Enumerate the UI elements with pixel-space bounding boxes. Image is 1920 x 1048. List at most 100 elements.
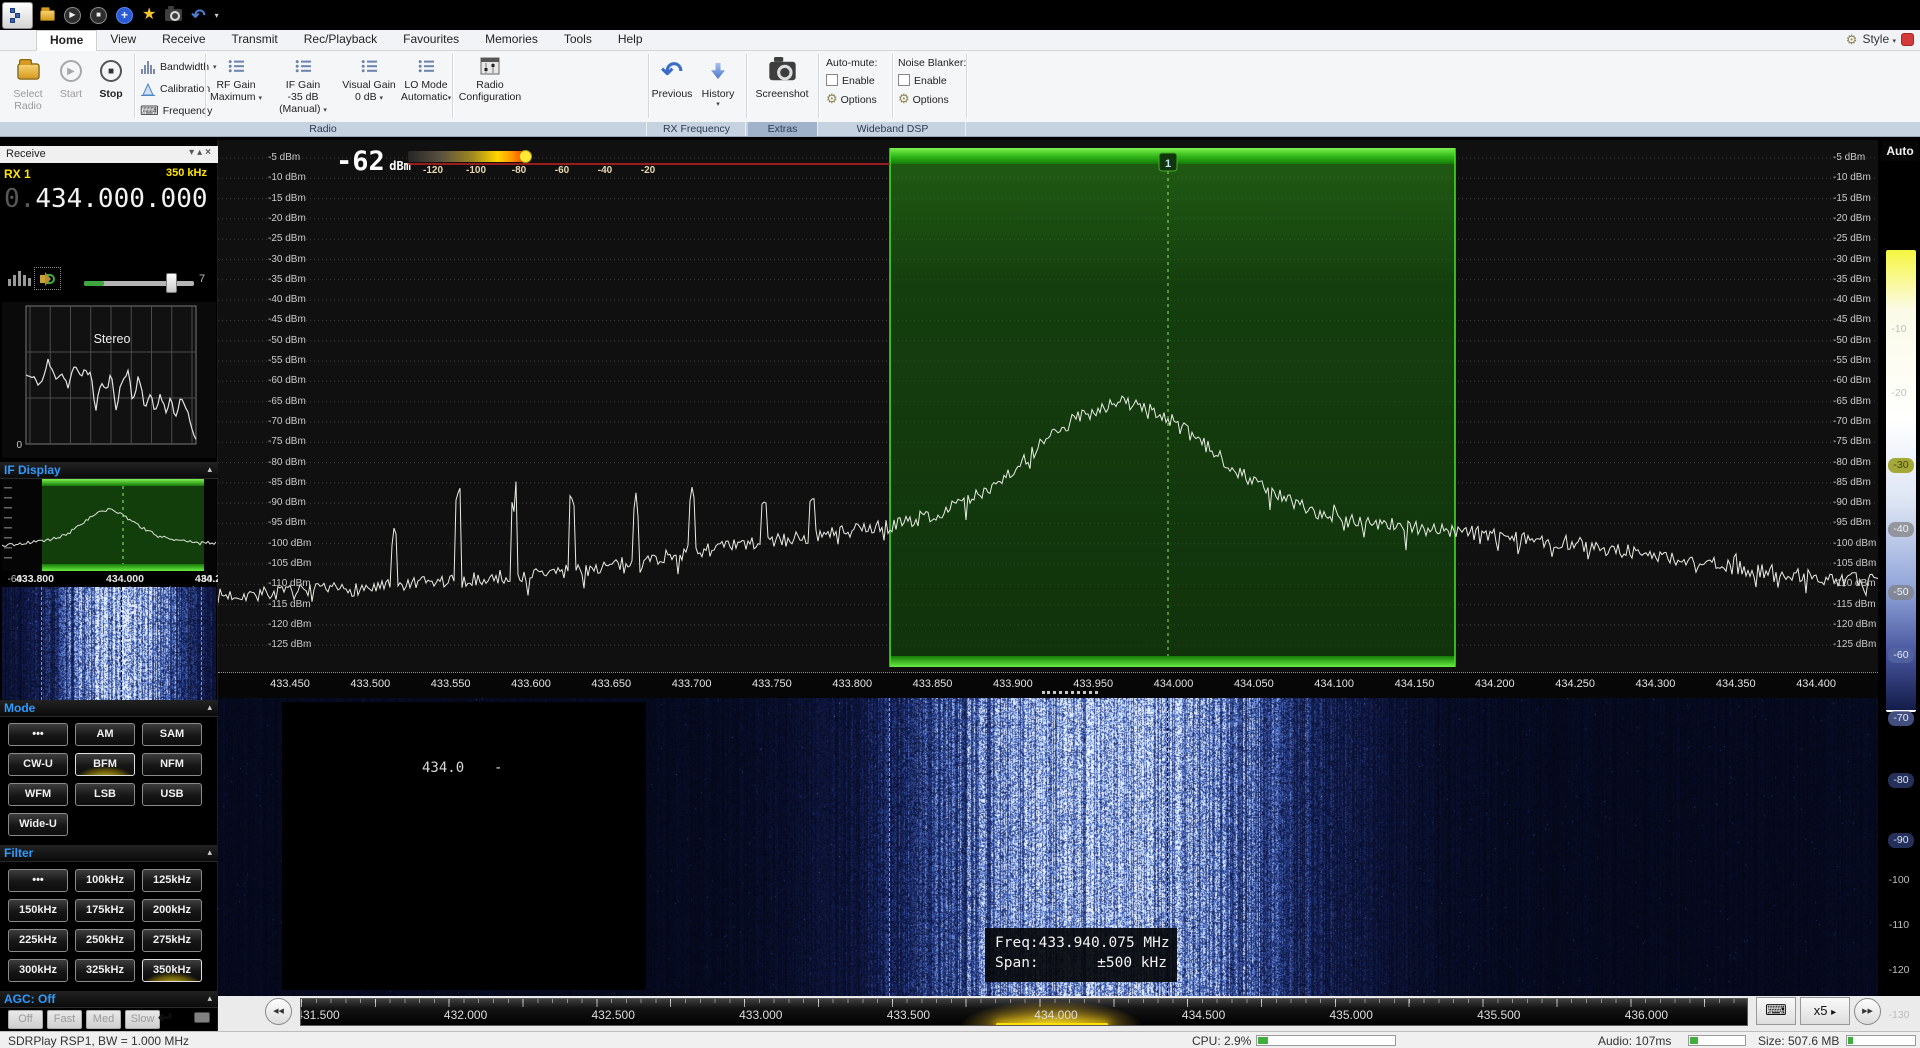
- tab-receive[interactable]: Receive: [149, 30, 218, 51]
- audio-spectrum-display[interactable]: [2, 302, 216, 458]
- agc-tag-icon[interactable]: [194, 1012, 210, 1023]
- tab-favourites[interactable]: Favourites: [390, 30, 472, 51]
- select-radio-button[interactable]: Select Radio: [6, 54, 50, 118]
- agc-button-med[interactable]: Med: [86, 1010, 121, 1029]
- filter-button-300khz[interactable]: 300kHz: [8, 959, 68, 982]
- noise-blanker-options-button[interactable]: ⚙ Options: [898, 92, 949, 106]
- agc-button-off[interactable]: Off: [8, 1010, 43, 1029]
- stop-button[interactable]: ■ Stop: [92, 54, 130, 118]
- tab-home[interactable]: Home: [36, 30, 97, 51]
- keyboard-entry-button[interactable]: ⌨: [1756, 997, 1796, 1025]
- mode-header[interactable]: Mode▴: [0, 700, 218, 717]
- tuned-frequency-marker[interactable]: [996, 1023, 1108, 1026]
- mode-button-wide-u[interactable]: Wide-U: [8, 813, 68, 836]
- equalizer-icon[interactable]: [8, 270, 31, 286]
- agc-header[interactable]: AGC: Off▴: [0, 991, 218, 1008]
- filter-button-325khz[interactable]: 325kHz: [75, 959, 135, 982]
- previous-button[interactable]: ↶ Previous: [650, 54, 694, 118]
- filter-button-100khz[interactable]: 100kHz: [75, 869, 135, 892]
- tab-tools[interactable]: Tools: [551, 30, 605, 51]
- filter-button-200khz[interactable]: 200kHz: [142, 899, 202, 922]
- splitter-handle[interactable]: [1042, 691, 1098, 694]
- noise-blanker-enable-checkbox[interactable]: Enable: [898, 74, 947, 87]
- agc-undo-icon[interactable]: ↩: [158, 1008, 172, 1028]
- screenshot-icon[interactable]: [165, 9, 182, 21]
- tab-memories[interactable]: Memories: [472, 30, 551, 51]
- volume-slider-thumb[interactable]: [166, 273, 177, 293]
- palette-pill-label[interactable]: -30: [1888, 458, 1914, 473]
- filter-button-350khz[interactable]: 350kHz: [142, 959, 202, 982]
- mute-button[interactable]: [34, 267, 61, 290]
- palette-pill-label[interactable]: -90: [1888, 833, 1914, 848]
- mode-button-•••[interactable]: •••: [8, 723, 68, 746]
- app-menu-button[interactable]: [2, 2, 33, 29]
- undo-icon[interactable]: ↶: [191, 7, 205, 24]
- style-gear-icon[interactable]: ⚙: [1846, 33, 1858, 46]
- agc-button-fast[interactable]: Fast: [47, 1010, 82, 1029]
- filter-button-150khz[interactable]: 150kHz: [8, 899, 68, 922]
- history-button[interactable]: History ▾: [696, 54, 740, 118]
- tab-rec-playback[interactable]: Rec/Playback: [291, 30, 390, 51]
- calibration-button[interactable]: Calibration: [140, 79, 210, 99]
- stop-icon[interactable]: ■: [90, 7, 107, 24]
- mode-button-lsb[interactable]: LSB: [75, 783, 135, 806]
- if-waterfall-display[interactable]: [2, 587, 216, 700]
- navigator-scale[interactable]: 431.500432.000432.500433.000433.500434.0…: [300, 998, 1748, 1026]
- tab-transmit[interactable]: Transmit: [219, 30, 291, 51]
- collapse-icon[interactable]: ▴: [207, 847, 212, 858]
- filter-button-225khz[interactable]: 225kHz: [8, 929, 68, 952]
- panel-dropdown-icon[interactable]: ▾: [189, 147, 197, 158]
- mode-button-bfm[interactable]: BFM: [75, 753, 135, 776]
- filter-header[interactable]: Filter▴: [0, 845, 218, 862]
- palette-pill-label[interactable]: -60: [1888, 648, 1914, 663]
- mode-button-am[interactable]: AM: [75, 723, 135, 746]
- scroll-right-button[interactable]: ▶▶: [1854, 998, 1881, 1025]
- if-spectrum-display[interactable]: [2, 479, 216, 571]
- mode-button-cw-u[interactable]: CW-U: [8, 753, 68, 776]
- rf-gain-button[interactable]: RF Gain Maximum ▾: [208, 55, 264, 103]
- radio-configuration-button[interactable]: Radio Configuration: [456, 55, 524, 103]
- palette-pill-label[interactable]: -80: [1888, 773, 1914, 788]
- rf-spectrum-display[interactable]: 1: [218, 140, 1878, 698]
- auto-mute-options-button[interactable]: ⚙ Options: [826, 92, 877, 106]
- zoom-button[interactable]: x5 ▸: [1800, 997, 1850, 1025]
- panel-close-icon[interactable]: ×: [205, 147, 214, 158]
- filter-button-175khz[interactable]: 175kHz: [75, 899, 135, 922]
- help-icon[interactable]: [1901, 33, 1914, 46]
- favourite-icon[interactable]: ★: [142, 7, 156, 23]
- frequency-display[interactable]: 0.434.000.000: [4, 184, 208, 214]
- collapse-icon[interactable]: ▴: [207, 464, 212, 475]
- filter-button-125khz[interactable]: 125kHz: [142, 869, 202, 892]
- play-icon[interactable]: ▶: [64, 7, 81, 24]
- screenshot-button[interactable]: Screenshot: [750, 54, 814, 118]
- scroll-left-button[interactable]: ◀◀: [265, 998, 292, 1025]
- open-icon[interactable]: [40, 10, 55, 21]
- palette-gradient[interactable]: [1886, 250, 1916, 712]
- collapse-icon[interactable]: ▴: [207, 993, 212, 1004]
- lo-mode-button[interactable]: LO Mode Automatic▾: [398, 55, 454, 103]
- palette-pill-label[interactable]: -40: [1888, 522, 1914, 537]
- visual-gain-button[interactable]: Visual Gain 0 dB ▾: [342, 55, 396, 103]
- filter-button-275khz[interactable]: 275kHz: [142, 929, 202, 952]
- tab-view[interactable]: View: [97, 30, 149, 51]
- tab-help[interactable]: Help: [605, 30, 656, 51]
- start-button[interactable]: ▶ Start: [52, 54, 90, 118]
- collapse-icon[interactable]: ▴: [207, 702, 212, 713]
- palette-auto-button[interactable]: Auto: [1882, 141, 1918, 161]
- add-icon[interactable]: +: [116, 7, 133, 24]
- palette-pill-label[interactable]: -70: [1888, 711, 1914, 726]
- mode-button-sam[interactable]: SAM: [142, 723, 202, 746]
- mode-button-usb[interactable]: USB: [142, 783, 202, 806]
- frequency-button[interactable]: ⌨ Frequency: [140, 101, 212, 121]
- panel-pin-icon[interactable]: ▴: [197, 147, 205, 158]
- filter-button-•••[interactable]: •••: [8, 869, 68, 892]
- qat-dropdown-caret-icon[interactable]: ▾: [215, 11, 219, 20]
- spectrum-marker[interactable]: 1: [1165, 158, 1171, 170]
- auto-mute-enable-checkbox[interactable]: Enable: [826, 74, 875, 87]
- mode-button-wfm[interactable]: WFM: [8, 783, 68, 806]
- palette-pill-label[interactable]: -50: [1888, 585, 1914, 600]
- agc-button-slow[interactable]: Slow: [125, 1010, 160, 1029]
- style-button[interactable]: Style ▾: [1862, 32, 1896, 46]
- if-gain-button[interactable]: IF Gain -35 dB (Manual) ▾: [266, 55, 340, 115]
- if-display-header[interactable]: IF Display▴: [0, 462, 218, 479]
